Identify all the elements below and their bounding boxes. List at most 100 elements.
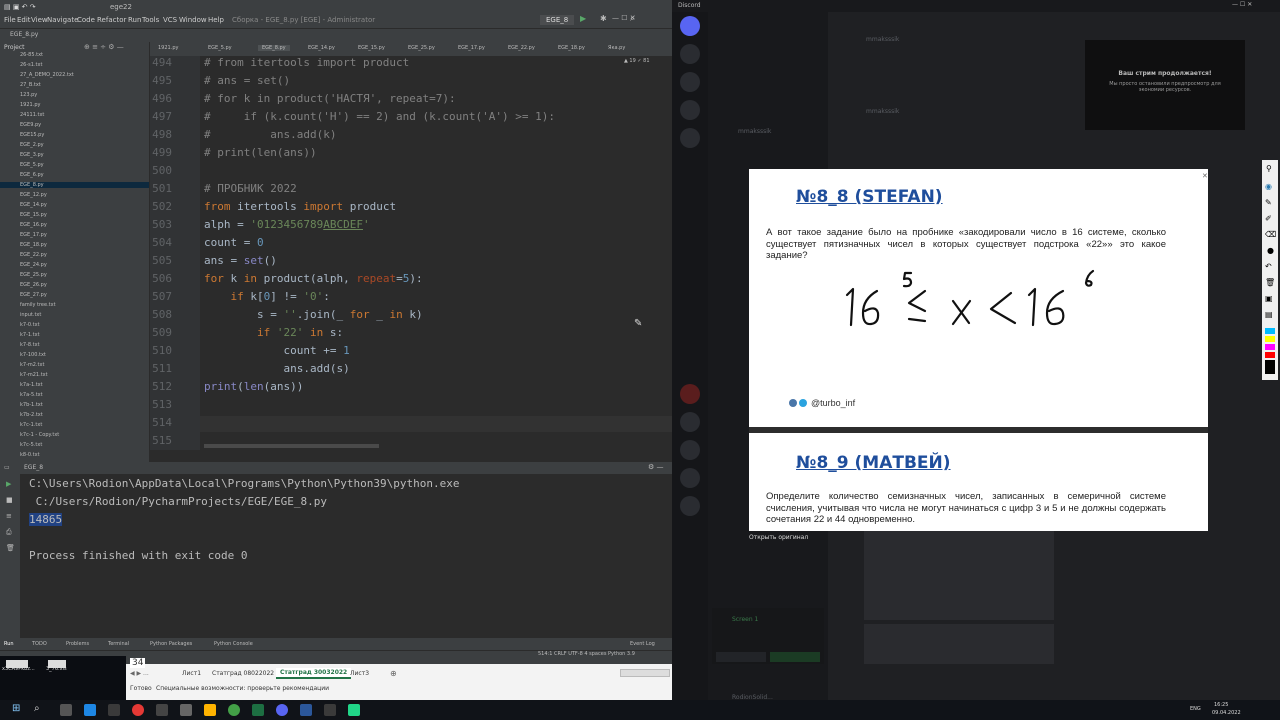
discord-home-icon[interactable] — [680, 16, 700, 36]
search-icon[interactable]: ⌕ — [34, 703, 40, 714]
settings-gear-icon[interactable]: ⚙ — — [648, 463, 664, 471]
taskbar-app-icon[interactable] — [84, 704, 96, 716]
menu-code[interactable]: Code — [77, 16, 95, 24]
status-info[interactable]: 514:1 CRLF UTF-8 4 spaces Python 3.9 — [538, 651, 635, 657]
project-file-item[interactable]: EGE_8.py — [0, 182, 149, 188]
project-file-item[interactable]: 27_B.txt — [20, 82, 41, 88]
discord-icon[interactable] — [276, 704, 288, 716]
project-file-item[interactable]: EGE_6.py — [20, 172, 44, 178]
server-icon[interactable] — [680, 384, 700, 404]
code-line-509[interactable]: if '22' in s: — [204, 326, 343, 339]
image-attachment[interactable] — [864, 624, 1054, 664]
code-line-508[interactable]: s = ''.join(_ for _ in k) — [204, 308, 423, 321]
project-file-item[interactable]: 24111.txt — [20, 112, 44, 118]
tray-date[interactable]: 09.04.2022 — [1212, 710, 1241, 716]
sheet-tab-1[interactable]: Лист1 — [182, 670, 201, 677]
editor-tab[interactable]: Яка.py — [608, 45, 625, 51]
project-file-item[interactable]: k7c-1 - Copy.txt — [20, 432, 59, 438]
window-controls[interactable]: — ☐ ✕ — [612, 14, 636, 22]
debug-icon[interactable]: ✱ — [600, 14, 607, 23]
tool-tab-packages[interactable]: Python Packages — [150, 641, 192, 647]
project-panel-label[interactable]: Project — [4, 44, 25, 51]
tool-tab-console[interactable]: Python Console — [214, 641, 253, 647]
print-icon[interactable]: ⎙ — [6, 528, 12, 537]
sheet-tab-2[interactable]: Статград 08022022 — [212, 670, 274, 677]
project-file-item[interactable]: k8-0.txt — [20, 452, 40, 458]
project-file-item[interactable]: k7-100.txt — [20, 352, 46, 358]
project-file-item[interactable]: k7-1.txt — [20, 332, 40, 338]
project-file-item[interactable]: EGE9.py — [20, 122, 41, 128]
tool-tab-terminal[interactable]: Terminal — [108, 641, 129, 647]
project-file-item[interactable]: k7c-1.txt — [20, 422, 42, 428]
pen-icon[interactable]: ✎ — [1265, 198, 1272, 207]
menu-navigate[interactable]: Navigate — [47, 16, 78, 24]
stop-icon[interactable]: ■ — [6, 496, 13, 504]
project-file-item[interactable]: k7c-5.txt — [20, 442, 42, 448]
taskbar-app-icon[interactable] — [108, 704, 120, 716]
project-file-item[interactable]: k7-m21.txt — [20, 372, 48, 378]
pin-icon[interactable]: ⚲ — [1266, 164, 1272, 173]
undo-icon[interactable]: ↶ — [1265, 262, 1272, 271]
project-file-item[interactable]: EGE_17.py — [20, 232, 47, 238]
run-tab[interactable]: EGE_8 — [24, 464, 43, 471]
code-line-496[interactable]: # for k in product('НАСТЯ', repeat=7): — [204, 92, 456, 105]
dm-user[interactable]: mmaksssik — [738, 128, 771, 135]
desktop-file-1[interactable]: x3CA9Pkbz... — [2, 666, 35, 672]
project-file-item[interactable]: EGE_25.py — [20, 272, 47, 278]
project-file-item[interactable]: k7-m2.txt — [20, 362, 44, 368]
project-file-item[interactable]: k7b-2.txt — [20, 412, 43, 418]
editor-hscrollbar[interactable] — [204, 444, 379, 448]
wrap-icon[interactable]: ≡ — [6, 512, 12, 520]
save-icon[interactable]: ▣ — [1265, 294, 1273, 303]
menu-tools[interactable]: Tools — [142, 16, 159, 24]
code-line-503[interactable]: alph = '0123456789ABCDEF' — [204, 218, 370, 231]
rerun-icon[interactable]: ▶ — [6, 480, 11, 488]
code-line-497[interactable]: # if (k.count('Н') == 2) and (k.count('А… — [204, 110, 555, 123]
project-file-item[interactable]: k7a-1.txt — [20, 382, 43, 388]
image-attachment[interactable] — [864, 520, 1054, 620]
code-line-495[interactable]: # ans = set() — [204, 74, 290, 87]
color-swatch-red[interactable] — [1265, 352, 1275, 358]
open-original-link[interactable]: Открыть оригинал — [749, 534, 808, 541]
word-icon[interactable] — [300, 704, 312, 716]
run-icon[interactable]: ▶ — [580, 14, 586, 23]
run-config-select[interactable]: EGE_8 — [540, 15, 575, 25]
server-icon[interactable] — [680, 468, 700, 488]
project-file-item[interactable]: k7-0.txt — [20, 322, 40, 328]
editor-tab[interactable]: EGE_22.py — [508, 45, 535, 51]
sheet-tab-3[interactable]: Статград 30032022 — [276, 668, 352, 679]
tool-tab-problems[interactable]: Problems — [66, 641, 89, 647]
taskbar-app-icon[interactable] — [204, 704, 216, 716]
dot-icon[interactable]: ● — [1267, 246, 1274, 255]
project-file-item[interactable]: 26-85.txt — [20, 52, 43, 58]
sheet-nav[interactable]: ◀ ▶ ... — [130, 670, 149, 677]
code-line-507[interactable]: if k[0] != '0': — [204, 290, 330, 303]
project-file-item[interactable]: EGE_27.py — [20, 292, 47, 298]
project-file-item[interactable]: EGE_3.py — [20, 152, 44, 158]
project-file-item[interactable]: EGE_15.py — [20, 212, 47, 218]
video-button[interactable] — [716, 652, 766, 662]
code-line-494[interactable]: # from itertools import product — [204, 56, 409, 69]
taskbar-app-icon[interactable] — [156, 704, 168, 716]
excel-accessibility[interactable]: Специальные возможности: проверьте реком… — [156, 685, 329, 692]
delete-icon[interactable]: 🗑 — [6, 544, 15, 552]
editor-tab[interactable]: EGE_14.py — [308, 45, 335, 51]
color-swatch-black[interactable] — [1265, 360, 1275, 374]
project-file-item[interactable]: EGE_22.py — [20, 252, 47, 258]
project-file-item[interactable]: EGE15.py — [20, 132, 44, 138]
code-line-506[interactable]: for k in product(alph, repeat=5): — [204, 272, 423, 285]
project-file-item[interactable]: k7b-1.txt — [20, 402, 43, 408]
color-swatch-cyan[interactable] — [1265, 328, 1275, 334]
code-line-499[interactable]: # print(len(ans)) — [204, 146, 317, 159]
editor-tab[interactable]: EGE_5.py — [208, 45, 232, 51]
editor-tab[interactable]: EGE_15.py — [358, 45, 385, 51]
project-file-item[interactable]: EGE_16.py — [20, 222, 47, 228]
project-file-item[interactable]: 1921.py — [20, 102, 40, 108]
project-file-item[interactable]: family tree.txt — [20, 302, 56, 308]
tray-time[interactable]: 16:25 — [1214, 702, 1228, 708]
clipboard-icon[interactable]: ▤ — [1265, 310, 1273, 319]
server-icon[interactable] — [680, 72, 700, 92]
project-file-item[interactable]: EGE_26.py — [20, 282, 47, 288]
ide-quick-icons[interactable]: ▤ ▣ ↶ ↷ — [4, 3, 36, 11]
project-file-item[interactable]: 123.py — [20, 92, 37, 98]
